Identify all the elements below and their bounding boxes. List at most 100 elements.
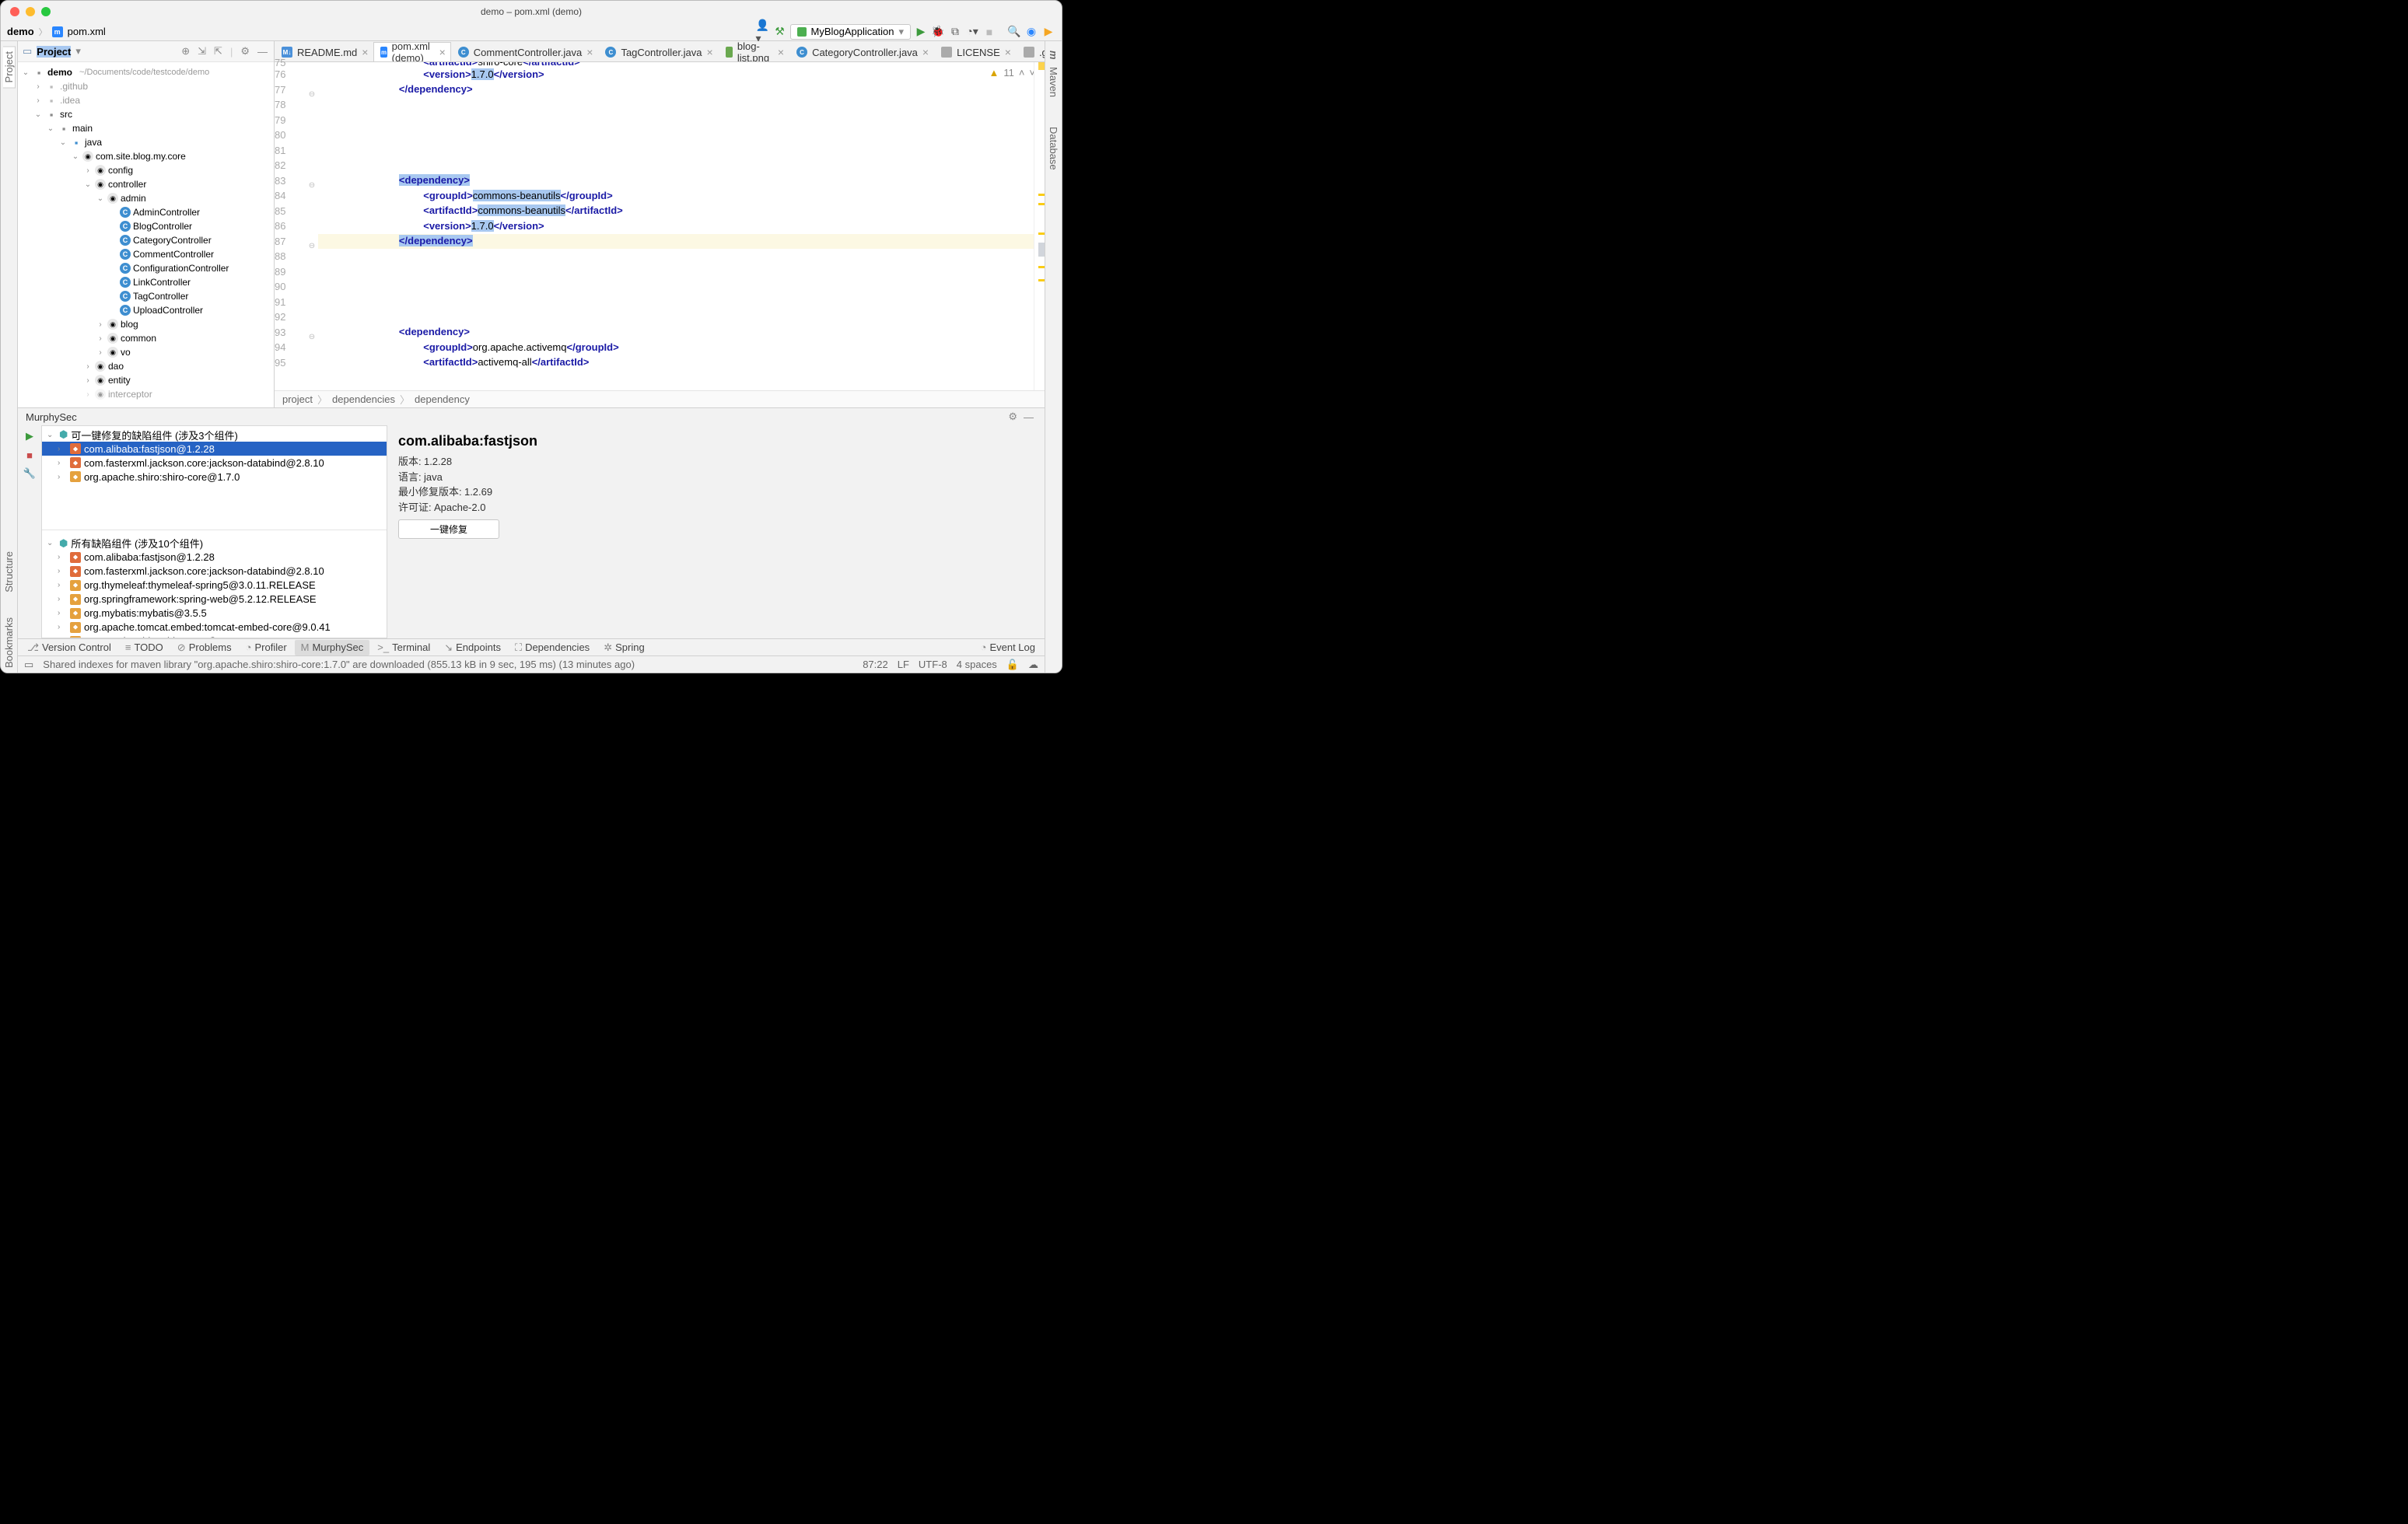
- vuln-item[interactable]: ›⬥com.fasterxml.jackson.core:jackson-dat…: [42, 565, 387, 578]
- bottom-tool-tab[interactable]: ≡TODO: [119, 640, 170, 655]
- line-separator[interactable]: LF: [898, 659, 909, 670]
- bottom-tool-tab[interactable]: ◔Profiler: [240, 640, 293, 655]
- tree-item[interactable]: ›▪.idea: [18, 93, 274, 107]
- error-stripe[interactable]: [1034, 62, 1045, 390]
- gutter-fold[interactable]: ⊖⊖⊖⊖: [306, 62, 318, 390]
- editor-tab[interactable]: LICENSE×: [934, 42, 1017, 61]
- gear-icon[interactable]: ⚙: [1005, 411, 1020, 423]
- tree-item[interactable]: CCommentController: [18, 247, 274, 261]
- bottom-tool-tab[interactable]: ↘Endpoints: [438, 640, 507, 655]
- editor-tab[interactable]: CTagController.java×: [598, 42, 718, 61]
- wrench-icon[interactable]: 🔧: [23, 467, 36, 480]
- bottom-tool-tab[interactable]: ✲Spring: [597, 640, 650, 655]
- tree-item[interactable]: ›▪.github: [18, 79, 274, 93]
- tree-item[interactable]: CTagController: [18, 289, 274, 303]
- crumb-item[interactable]: dependency: [415, 393, 470, 405]
- tree-item[interactable]: ›◉common: [18, 331, 274, 345]
- close-window-button[interactable]: [10, 7, 19, 16]
- close-tab-icon[interactable]: ×: [707, 46, 713, 58]
- chevron-down-icon[interactable]: ▾: [75, 45, 81, 58]
- settings-icon[interactable]: ◉: [1024, 25, 1038, 39]
- status-project-icon[interactable]: ▭: [24, 659, 33, 671]
- all-components-tree[interactable]: ⌄⬢所有缺陷组件 (涉及10个组件)›⬥com.alibaba:fastjson…: [42, 535, 387, 638]
- tree-group-header[interactable]: ⌄⬢所有缺陷组件 (涉及10个组件): [42, 537, 387, 551]
- indent-setting[interactable]: 4 spaces: [957, 659, 997, 670]
- editor-tab[interactable]: CCategoryController.java×: [789, 42, 934, 61]
- user-icon[interactable]: 👤▾: [756, 25, 770, 39]
- tree-item[interactable]: CBlogController: [18, 219, 274, 233]
- bookmarks-tool-tab[interactable]: Bookmarks: [3, 613, 15, 673]
- maven-tool-tab[interactable]: m Maven: [1048, 46, 1059, 107]
- event-log-tab[interactable]: ◔Event Log: [975, 640, 1041, 655]
- tree-item[interactable]: CAdminController: [18, 205, 274, 219]
- ide-update-icon[interactable]: ▶: [1041, 25, 1055, 39]
- profile-button[interactable]: ◔▾: [965, 25, 979, 39]
- fixable-components-tree[interactable]: ⌄⬢可一键修复的缺陷组件 (涉及3个组件)›⬥com.alibaba:fastj…: [42, 426, 387, 530]
- breadcrumb-file[interactable]: pom.xml: [68, 26, 106, 37]
- tree-item[interactable]: CLinkController: [18, 275, 274, 289]
- tree-item[interactable]: ⌄◉controller: [18, 177, 274, 191]
- editor-tab[interactable]: CCommentController.java×: [451, 42, 599, 61]
- expand-all-icon[interactable]: ⇲: [196, 45, 208, 58]
- bottom-tool-tab[interactable]: >_Terminal: [371, 640, 436, 655]
- project-tool-tab[interactable]: Project: [3, 46, 16, 88]
- tree-item[interactable]: ⌄▪java: [18, 135, 274, 149]
- coverage-button[interactable]: ⧉: [948, 25, 962, 39]
- hide-icon[interactable]: —: [1020, 411, 1037, 423]
- debug-button[interactable]: 🐞: [931, 25, 945, 39]
- search-icon[interactable]: 🔍: [1007, 25, 1021, 39]
- editor-breadcrumbs[interactable]: project〉dependencies〉dependency: [275, 390, 1045, 407]
- vuln-item[interactable]: ›⬥org.springframework:spring-web@5.2.12.…: [42, 592, 387, 606]
- stop-button[interactable]: ■: [982, 25, 996, 39]
- tree-item[interactable]: ⌄◉com.site.blog.my.core: [18, 149, 274, 163]
- tree-item[interactable]: CCategoryController: [18, 233, 274, 247]
- tree-item[interactable]: ›◉dao: [18, 359, 274, 373]
- readonly-icon[interactable]: 🔓: [1006, 659, 1019, 671]
- structure-tool-tab[interactable]: Structure: [3, 547, 15, 597]
- quick-fix-button[interactable]: 一键修复: [398, 519, 499, 539]
- vuln-item[interactable]: ›⬥com.alibaba:fastjson@1.2.28: [42, 551, 387, 565]
- tree-item[interactable]: ›◉config: [18, 163, 274, 177]
- project-view-selector[interactable]: Project: [37, 46, 71, 58]
- maximize-window-button[interactable]: [41, 7, 51, 16]
- database-tool-tab[interactable]: Database: [1048, 122, 1059, 175]
- collapse-all-icon[interactable]: ⇱: [212, 45, 224, 58]
- project-tree[interactable]: ⌄▪demo~/Documents/code/testcode/demo›▪.g…: [18, 62, 274, 407]
- tree-item[interactable]: ⌄▪src: [18, 107, 274, 121]
- vuln-item[interactable]: ›⬥org.apache.tomcat.embed:tomcat-embed-c…: [42, 620, 387, 634]
- run-button[interactable]: ▶: [914, 25, 928, 39]
- breadcrumb-project[interactable]: demo: [7, 26, 34, 37]
- close-tab-icon[interactable]: ×: [922, 46, 929, 58]
- gear-icon[interactable]: ⚙: [239, 45, 251, 58]
- tree-item[interactable]: ›◉entity: [18, 373, 274, 387]
- vuln-item[interactable]: ›⬥org.apache.shiro:shiro-core@1.7.0: [42, 470, 387, 484]
- tree-item[interactable]: ⌄▪main: [18, 121, 274, 135]
- cursor-position[interactable]: 87:22: [863, 659, 888, 670]
- minimize-window-button[interactable]: [26, 7, 35, 16]
- rerun-button[interactable]: ▶: [23, 430, 36, 442]
- tree-item[interactable]: ›◉blog: [18, 317, 274, 331]
- tree-item[interactable]: ›◉vo: [18, 345, 274, 359]
- close-tab-icon[interactable]: ×: [1005, 46, 1011, 58]
- vuln-item[interactable]: ›⬥org.thymeleaf:thymeleaf-spring5@3.0.11…: [42, 578, 387, 592]
- close-tab-icon[interactable]: ×: [439, 46, 446, 58]
- locate-icon[interactable]: ⊕: [180, 45, 191, 58]
- stop-button[interactable]: ■: [23, 449, 36, 461]
- vuln-item[interactable]: ›⬥com.fasterxml.jackson.core:jackson-dat…: [42, 456, 387, 470]
- crumb-item[interactable]: dependencies: [332, 393, 395, 405]
- bottom-tool-tab[interactable]: ⊘Problems: [171, 640, 238, 655]
- bottom-tool-tab[interactable]: ⛶Dependencies: [509, 640, 596, 655]
- editor-tab[interactable]: blog-list.png×: [719, 42, 789, 61]
- close-tab-icon[interactable]: ×: [778, 46, 784, 58]
- bottom-tool-tab[interactable]: MMurphySec: [295, 640, 370, 655]
- editor-tab[interactable]: mpom.xml (demo)×: [373, 42, 450, 61]
- vuln-item[interactable]: ›⬥org.apache.shiro:shiro-core@1.7.0: [42, 634, 387, 638]
- file-encoding[interactable]: UTF-8: [919, 659, 947, 670]
- tree-item[interactable]: CUploadController: [18, 303, 274, 317]
- vuln-item[interactable]: ›⬥org.mybatis:mybatis@3.5.5: [42, 606, 387, 620]
- tree-group-header[interactable]: ⌄⬢可一键修复的缺陷组件 (涉及3个组件): [42, 428, 387, 442]
- vuln-item[interactable]: ›⬥com.alibaba:fastjson@1.2.28: [42, 442, 387, 456]
- tree-item[interactable]: CConfigurationController: [18, 261, 274, 275]
- tree-item[interactable]: ›◉interceptor: [18, 387, 274, 401]
- close-tab-icon[interactable]: ×: [586, 46, 593, 58]
